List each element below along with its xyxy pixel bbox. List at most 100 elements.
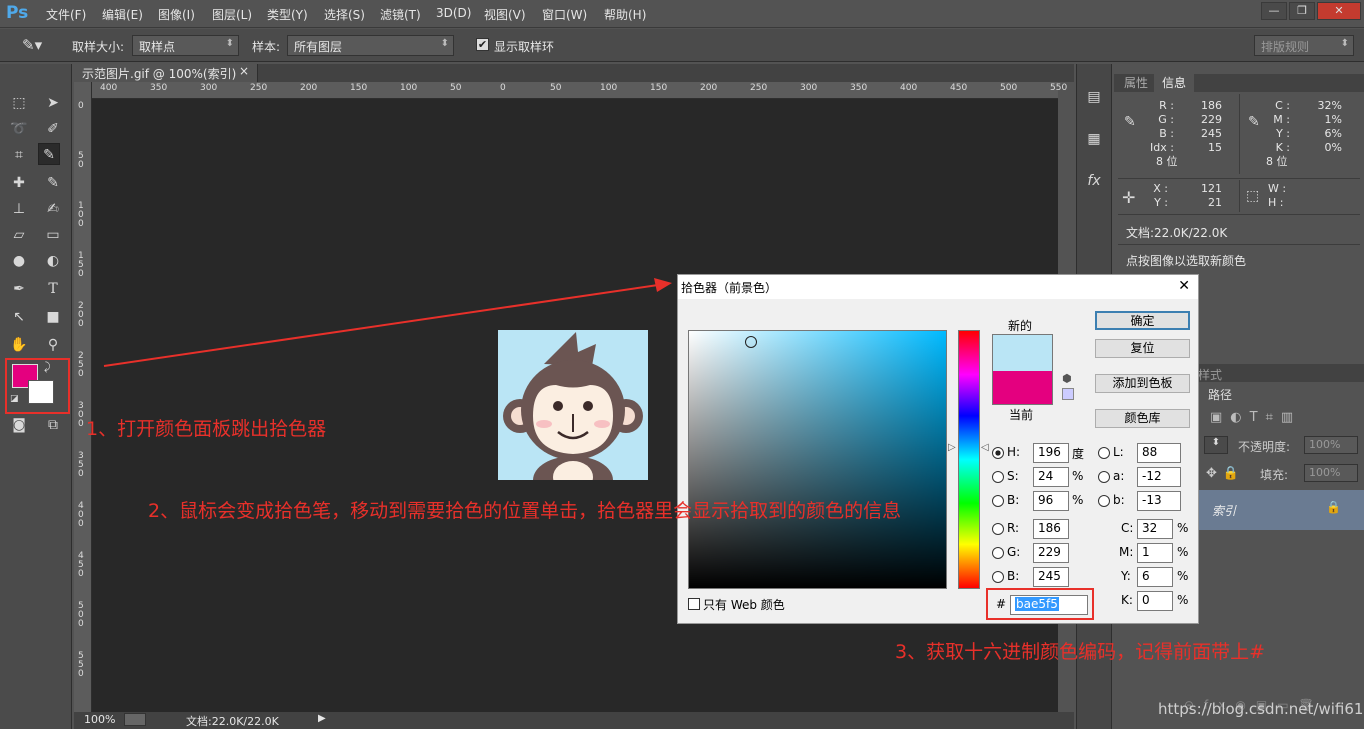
l-radio[interactable]: [1098, 447, 1110, 459]
blend-mode-select[interactable]: ⬍: [1204, 436, 1228, 454]
healing-tool-icon[interactable]: ✚: [8, 172, 30, 194]
crop-tool-icon[interactable]: ⌗: [8, 144, 30, 166]
b-field[interactable]: 96: [1033, 491, 1069, 511]
minimize-button[interactable]: —: [1261, 2, 1287, 20]
y-field[interactable]: 6: [1137, 567, 1173, 587]
workspace-select[interactable]: 排版规则: [1254, 35, 1354, 56]
k-field[interactable]: 0: [1137, 591, 1173, 611]
a-radio[interactable]: [1098, 471, 1110, 483]
rgb-b-radio[interactable]: [992, 571, 1004, 583]
marquee-tool-icon[interactable]: ⬚: [8, 92, 30, 114]
r-radio[interactable]: [992, 523, 1004, 535]
gradient-tool-icon[interactable]: ▭: [42, 224, 64, 246]
stamp-tool-icon[interactable]: ⊥: [8, 198, 30, 220]
tab-properties[interactable]: 属性: [1116, 74, 1156, 92]
web-only-checkbox[interactable]: [688, 598, 700, 610]
hue-slider-right-arrow-icon[interactable]: ◁: [981, 442, 989, 453]
color-libraries-button[interactable]: 颜色库: [1095, 409, 1190, 428]
dodge-tool-icon[interactable]: ◐: [42, 250, 64, 272]
lock-icons[interactable]: ✥🔒: [1206, 466, 1245, 481]
b-radio[interactable]: [992, 495, 1004, 507]
close-window-button[interactable]: ✕: [1317, 2, 1361, 20]
layer-row[interactable]: 索引 🔒: [1198, 490, 1364, 530]
hue-slider[interactable]: [958, 330, 980, 589]
h-field[interactable]: 196: [1033, 443, 1069, 463]
status-icon[interactable]: [124, 713, 146, 726]
show-ring-checkbox[interactable]: ✔: [476, 38, 489, 51]
g-radio[interactable]: [992, 547, 1004, 559]
screen-mode-icon[interactable]: ⧉: [42, 414, 64, 436]
c-field[interactable]: 32: [1137, 519, 1173, 539]
dialog-close-icon[interactable]: ✕: [1178, 278, 1190, 294]
status-menu-arrow-icon[interactable]: ▶: [318, 713, 326, 724]
type-tool-icon[interactable]: T: [42, 278, 64, 300]
s-field[interactable]: 24: [1033, 467, 1069, 487]
hand-tool-icon[interactable]: ✋: [8, 334, 30, 356]
reset-button[interactable]: 复位: [1095, 339, 1190, 358]
hex-field[interactable]: bae5f5: [1010, 595, 1088, 615]
menu-edit[interactable]: 编辑(E): [102, 6, 143, 23]
a-field[interactable]: -12: [1137, 467, 1181, 487]
menu-view[interactable]: 视图(V): [484, 6, 526, 23]
close-tab-icon[interactable]: ×: [239, 64, 249, 78]
move-tool-icon[interactable]: ➤: [42, 92, 64, 114]
menu-layer[interactable]: 图层(L): [212, 6, 252, 23]
saturation-brightness-field[interactable]: [688, 330, 947, 589]
lab-b-field[interactable]: -13: [1137, 491, 1181, 511]
tab-styles[interactable]: 样式: [1198, 366, 1222, 383]
h-radio[interactable]: [992, 447, 1004, 459]
sample-size-select[interactable]: 取样点: [132, 35, 239, 56]
blur-tool-icon[interactable]: ●: [8, 250, 30, 272]
lab-b-label: b:: [1113, 493, 1125, 507]
brush-tool-icon[interactable]: ✎: [42, 172, 64, 194]
menu-select[interactable]: 选择(S): [324, 6, 365, 23]
current-color-swatch[interactable]: [992, 371, 1053, 405]
sample-select[interactable]: 所有图层: [287, 35, 454, 56]
l-field[interactable]: 88: [1137, 443, 1181, 463]
color-field-cursor[interactable]: [745, 336, 757, 348]
lasso-tool-icon[interactable]: ➰: [8, 118, 30, 140]
eraser-tool-icon[interactable]: ▱: [8, 224, 30, 246]
zoom-tool-icon[interactable]: ⚲: [42, 334, 64, 356]
hue-slider-left-arrow-icon[interactable]: ▷: [948, 442, 956, 453]
swatches-panel-icon[interactable]: ▦: [1083, 128, 1105, 150]
opacity-field[interactable]: 100%: [1304, 436, 1358, 454]
web-safe-swatch[interactable]: [1062, 388, 1074, 400]
m-field[interactable]: 1: [1137, 543, 1173, 563]
menu-type[interactable]: 类型(Y): [267, 6, 308, 23]
ok-button[interactable]: 确定: [1095, 311, 1190, 330]
pen-tool-icon[interactable]: ✒: [8, 278, 30, 300]
lab-b-radio[interactable]: [1098, 495, 1110, 507]
menu-file[interactable]: 文件(F): [46, 6, 86, 23]
menu-image[interactable]: 图像(I): [158, 6, 195, 23]
quick-mask-icon[interactable]: ◙: [8, 414, 30, 436]
styles-panel-icon[interactable]: fx: [1083, 170, 1105, 192]
eyedropper-tool-icon[interactable]: ✎: [38, 143, 60, 165]
photoshop-logo: Ps: [6, 3, 29, 23]
layer-filter-icons[interactable]: ▣◐T⌗▥: [1210, 410, 1301, 425]
tab-info[interactable]: 信息: [1154, 74, 1195, 92]
add-to-swatches-button[interactable]: 添加到色板: [1095, 374, 1190, 393]
monkey-image[interactable]: [498, 330, 648, 480]
menu-3d[interactable]: 3D(D): [436, 6, 471, 20]
tab-paths[interactable]: 路径: [1196, 386, 1248, 404]
fill-field[interactable]: 100%: [1304, 464, 1358, 482]
document-tab[interactable]: 示范图片.gif @ 100%(索引) ×: [74, 64, 258, 82]
rgb-b-field[interactable]: 245: [1033, 567, 1069, 587]
menu-help[interactable]: 帮助(H): [604, 6, 646, 23]
menu-window[interactable]: 窗口(W): [542, 6, 587, 23]
rectangle-tool-icon[interactable]: ■: [42, 306, 64, 328]
g-field[interactable]: 229: [1033, 543, 1069, 563]
eyedropper-tool-icon[interactable]: ✎▾: [22, 36, 42, 54]
restore-button[interactable]: ❐: [1289, 2, 1315, 20]
dialog-title: 拾色器（前景色）: [681, 281, 778, 295]
quick-select-tool-icon[interactable]: ✐: [42, 118, 64, 140]
menu-filter[interactable]: 滤镜(T): [380, 6, 421, 23]
history-panel-icon[interactable]: ▤: [1083, 86, 1105, 108]
zoom-level[interactable]: 100%: [84, 713, 115, 726]
r-field[interactable]: 186: [1033, 519, 1069, 539]
s-radio[interactable]: [992, 471, 1004, 483]
path-select-tool-icon[interactable]: ↖: [8, 306, 30, 328]
history-brush-tool-icon[interactable]: ✍: [42, 198, 64, 220]
gamut-warning-icon[interactable]: ⬢: [1062, 372, 1072, 385]
